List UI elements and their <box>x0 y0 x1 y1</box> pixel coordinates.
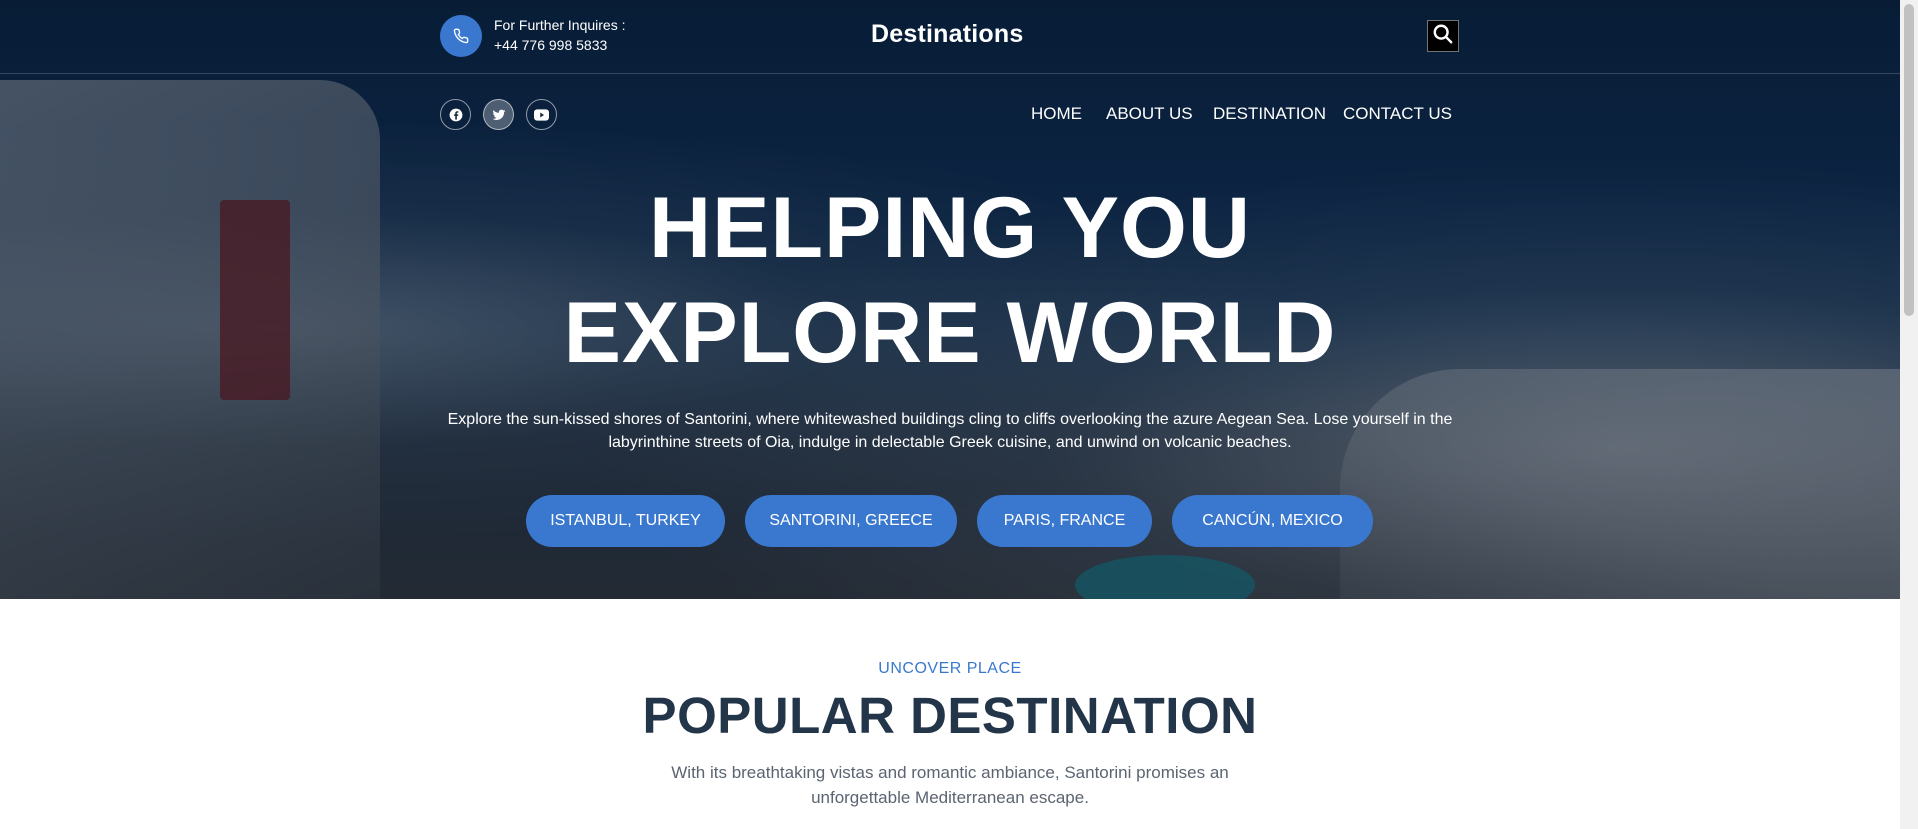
destination-button-cancun[interactable]: CANCÚN, MEXICO <box>1172 495 1373 547</box>
contact-phone[interactable]: +44 776 998 5833 <box>494 37 607 53</box>
contact-label: For Further Inquires : <box>494 17 626 33</box>
hero-title-line-2: EXPLORE WORLD <box>563 285 1337 381</box>
nav-destination[interactable]: DESTINATION <box>1213 104 1326 124</box>
scrollbar-thumb[interactable] <box>1904 4 1914 316</box>
nav-home[interactable]: HOME <box>1031 104 1082 124</box>
facebook-icon[interactable] <box>440 99 471 130</box>
destination-button-paris[interactable]: PARIS, FRANCE <box>977 495 1152 547</box>
hero-title-line-1: HELPING YOU <box>649 180 1251 276</box>
hero-description: Explore the sun-kissed shores of Santori… <box>447 411 1453 451</box>
youtube-icon[interactable] <box>526 99 557 130</box>
destination-button-santorini[interactable]: SANTORINI, GREECE <box>745 495 957 547</box>
header-divider <box>0 73 1900 74</box>
nav-contact-us[interactable]: CONTACT US <box>1343 104 1452 124</box>
twitter-icon[interactable] <box>483 99 514 130</box>
section-title: POPULAR DESTINATION <box>642 687 1258 744</box>
search-icon <box>1432 23 1454 50</box>
destination-button-istanbul[interactable]: ISTANBUL, TURKEY <box>526 495 725 547</box>
nav-about-us[interactable]: ABOUT US <box>1106 104 1193 124</box>
search-button[interactable] <box>1427 20 1459 52</box>
site-brand[interactable]: Destinations <box>871 20 1023 49</box>
phone-icon[interactable] <box>440 15 482 57</box>
section-eyebrow: UNCOVER PLACE <box>878 660 1022 677</box>
section-description: With its breathtaking vistas and romanti… <box>671 763 1229 807</box>
